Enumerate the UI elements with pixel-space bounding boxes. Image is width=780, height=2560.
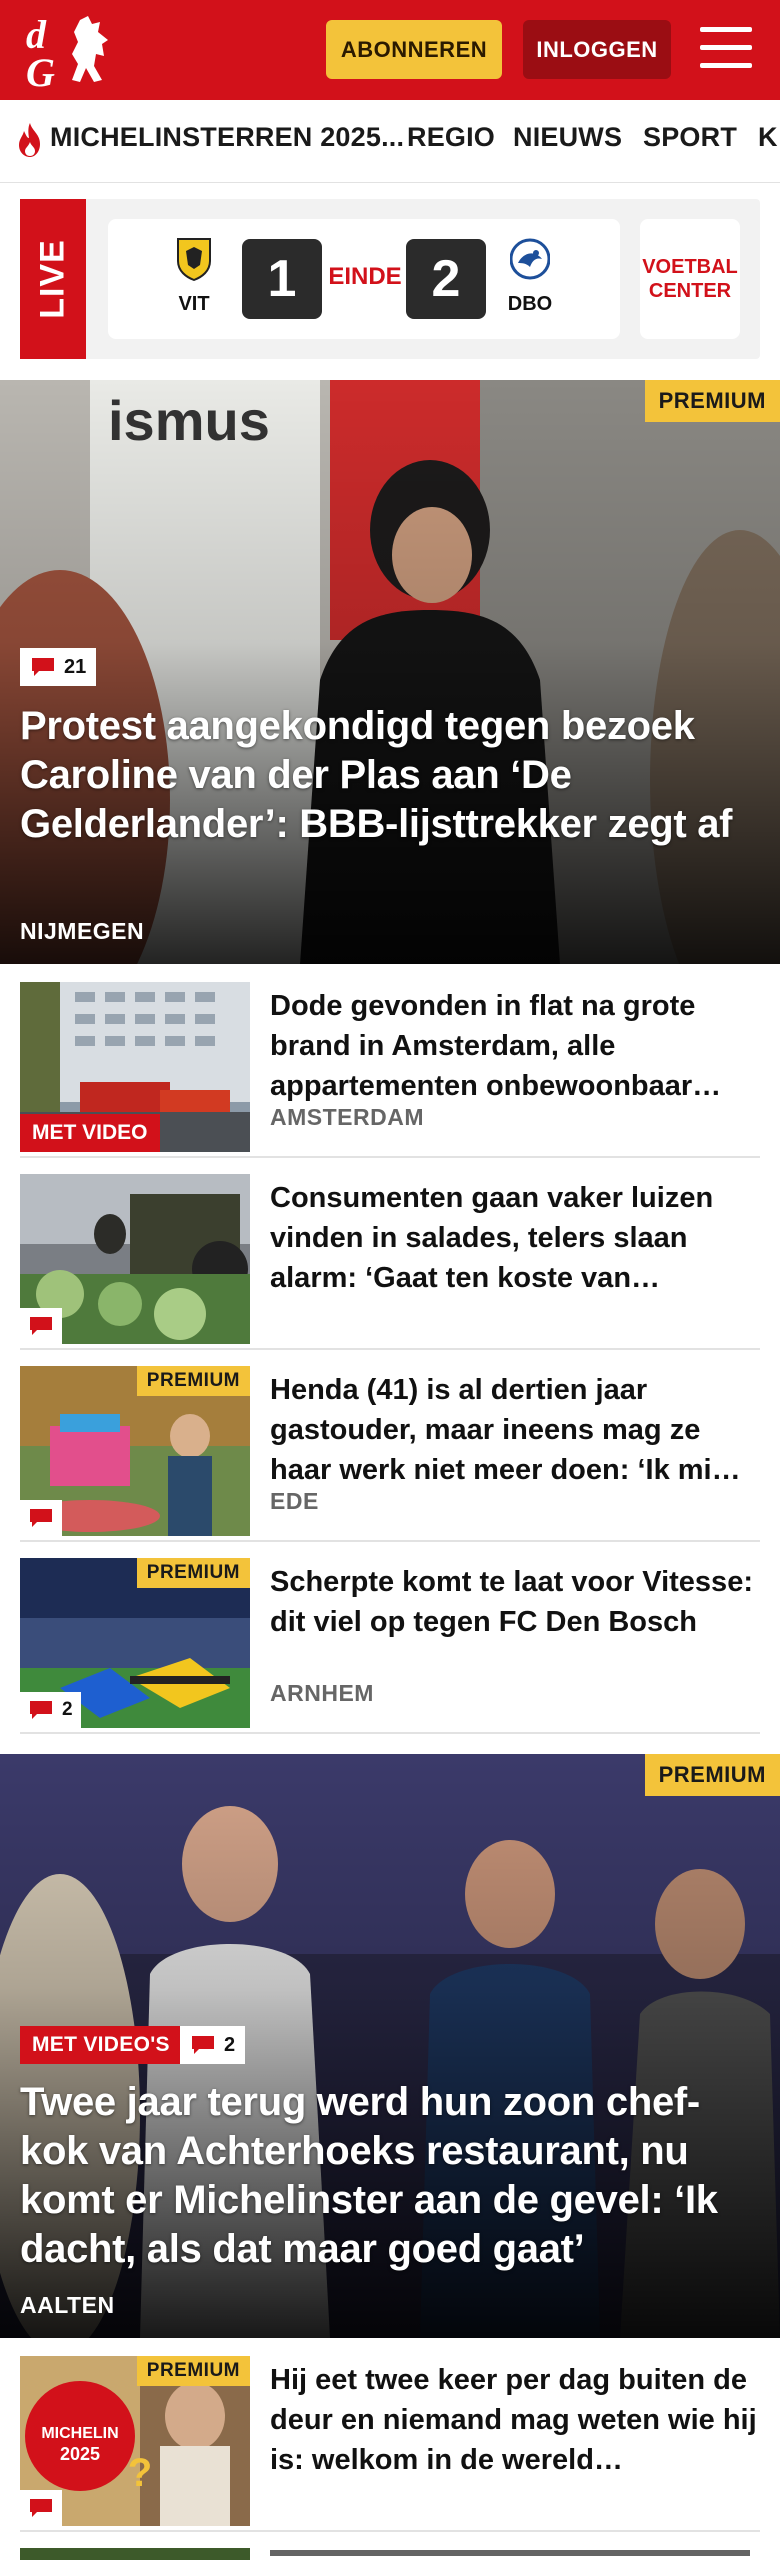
article-thumbnail bbox=[20, 1174, 250, 1344]
menu-icon[interactable] bbox=[700, 25, 752, 71]
comment-icon bbox=[192, 2036, 214, 2054]
subscribe-button[interactable]: ABONNEREN bbox=[326, 20, 502, 79]
hero-1-title[interactable]: Protest aangekondigd tegen bezoek Caroli… bbox=[20, 702, 760, 849]
article-title[interactable]: Hij eet twee keer per dag buiten de deur… bbox=[270, 2360, 760, 2480]
premium-badge: PREMIUM bbox=[136, 2356, 250, 2386]
article-thumbnail: MICHELIN 2025 ? PREMIUM bbox=[20, 2356, 250, 2526]
comment-icon bbox=[30, 1509, 52, 1527]
list-item[interactable]: Consumenten gaan vaker luizen vinden in … bbox=[20, 1158, 760, 1350]
hero-article-2[interactable]: PREMIUM MET VIDEO'S 2 Twee jaar terug we… bbox=[0, 1754, 780, 2338]
list-item[interactable]: PREMIUM Henda (41) is al dertien jaar ga… bbox=[20, 1350, 760, 1542]
article-thumbnail: PREMIUM bbox=[20, 1366, 250, 1536]
svg-text:G: G bbox=[26, 50, 55, 90]
article-thumbnail: MET VIDEO bbox=[20, 982, 250, 1152]
nav-item-nieuws[interactable]: NIEUWS bbox=[513, 122, 622, 153]
home-team-abbr: VIT bbox=[178, 293, 210, 315]
next-article-thumbnail[interactable] bbox=[20, 2548, 250, 2560]
comment-count-badge[interactable]: 21 bbox=[20, 648, 97, 686]
list-item[interactable]: PREMIUM 2 Scherpte komt te laat voor Vit… bbox=[20, 1542, 760, 1734]
article-title[interactable]: Henda (41) is al dertien jaar gastouder,… bbox=[270, 1370, 760, 1490]
site-header: d G ABONNEREN INLOGGEN bbox=[0, 0, 780, 100]
video-badge: MET VIDEO bbox=[20, 1114, 160, 1152]
article-location: EDE bbox=[270, 1488, 319, 1514]
hero-2-location: AALTEN bbox=[20, 2292, 115, 2318]
home-team: VIT bbox=[164, 237, 224, 316]
comment-icon bbox=[30, 1701, 52, 1719]
hero-2-title[interactable]: Twee jaar terug werd hun zoon chef-kok v… bbox=[20, 2078, 760, 2274]
article-title[interactable]: Scherpte komt te laat voor Vitesse: dit … bbox=[270, 1562, 760, 1642]
comment-icon bbox=[30, 1317, 52, 1335]
vitesse-crest-icon bbox=[177, 238, 211, 282]
premium-badge: PREMIUM bbox=[136, 1558, 250, 1588]
away-team: DBO bbox=[500, 237, 560, 316]
fc-den-bosch-crest-icon bbox=[509, 238, 551, 280]
comment-count-badge[interactable] bbox=[20, 1308, 62, 1344]
hero-1-photo: ismus bbox=[0, 380, 780, 964]
comment-count: 2 bbox=[62, 1699, 73, 1720]
flame-icon bbox=[19, 123, 40, 157]
voetbal-center-link[interactable]: VOETBAL CENTER bbox=[640, 219, 740, 339]
home-score: 1 bbox=[242, 239, 322, 319]
comment-count-badge[interactable] bbox=[20, 2490, 62, 2526]
match-card[interactable]: VIT 1 EINDE 2 DBO bbox=[108, 219, 620, 339]
section-nav: MICHELINSTERREN 2025... REGIO NIEUWS SPO… bbox=[0, 100, 780, 183]
nav-item-regio[interactable]: REGIO bbox=[407, 122, 495, 153]
article-location: ARNHEM bbox=[270, 1680, 374, 1706]
de-gelderlander-logo[interactable]: d G bbox=[22, 10, 122, 90]
comment-count-badge[interactable]: 2 bbox=[20, 1692, 81, 1728]
premium-badge: PREMIUM bbox=[644, 1754, 780, 1796]
comment-count: 21 bbox=[64, 655, 87, 678]
list-item[interactable]: MET VIDEO Dode gevonden in flat na grote… bbox=[20, 966, 760, 1158]
thumb-year-text: 2025 bbox=[60, 2444, 100, 2464]
nav-item-sport[interactable]: SPORT bbox=[643, 122, 737, 153]
article-thumbnail: PREMIUM 2 bbox=[20, 1558, 250, 1728]
list-item[interactable]: MICHELIN 2025 ? PREMIUM Hij eet twee kee… bbox=[20, 2340, 760, 2532]
nav-item-overflow[interactable]: K bbox=[758, 122, 778, 153]
live-tag: LIVE bbox=[20, 199, 86, 359]
video-badge: MET VIDEO'S bbox=[20, 2026, 182, 2064]
comment-count-badge[interactable]: 2 bbox=[180, 2026, 246, 2064]
hero-1-location: NIJMEGEN bbox=[20, 918, 145, 944]
nav-item-michelinsterren[interactable]: MICHELINSTERREN 2025... bbox=[50, 122, 404, 153]
next-article-title-fragment[interactable] bbox=[270, 2550, 750, 2556]
hero-article-1[interactable]: ismus PREMIUM 21 Protest aangekondigd te… bbox=[0, 380, 780, 964]
match-status: EINDE bbox=[328, 263, 402, 290]
article-title[interactable]: Dode gevonden in flat na grote brand in … bbox=[270, 986, 760, 1106]
premium-badge: PREMIUM bbox=[644, 380, 780, 422]
article-location: AMSTERDAM bbox=[270, 1104, 424, 1130]
away-team-abbr: DBO bbox=[507, 293, 553, 315]
article-title[interactable]: Consumenten gaan vaker luizen vinden in … bbox=[270, 1178, 760, 1298]
comment-icon bbox=[30, 2499, 52, 2517]
premium-badge: PREMIUM bbox=[136, 1366, 250, 1396]
thumb-michelin-text: MICHELIN bbox=[41, 2425, 118, 2442]
away-score: 2 bbox=[406, 239, 486, 319]
comment-count: 2 bbox=[224, 2033, 236, 2056]
comment-count-badge[interactable] bbox=[20, 1500, 62, 1536]
login-button[interactable]: INLOGGEN bbox=[523, 20, 671, 79]
question-mark-icon: ? bbox=[128, 2451, 152, 2495]
comment-icon bbox=[32, 658, 54, 676]
live-score-widget: LIVE VIT 1 EINDE 2 DBO VOETBAL CENTER bbox=[20, 199, 760, 359]
